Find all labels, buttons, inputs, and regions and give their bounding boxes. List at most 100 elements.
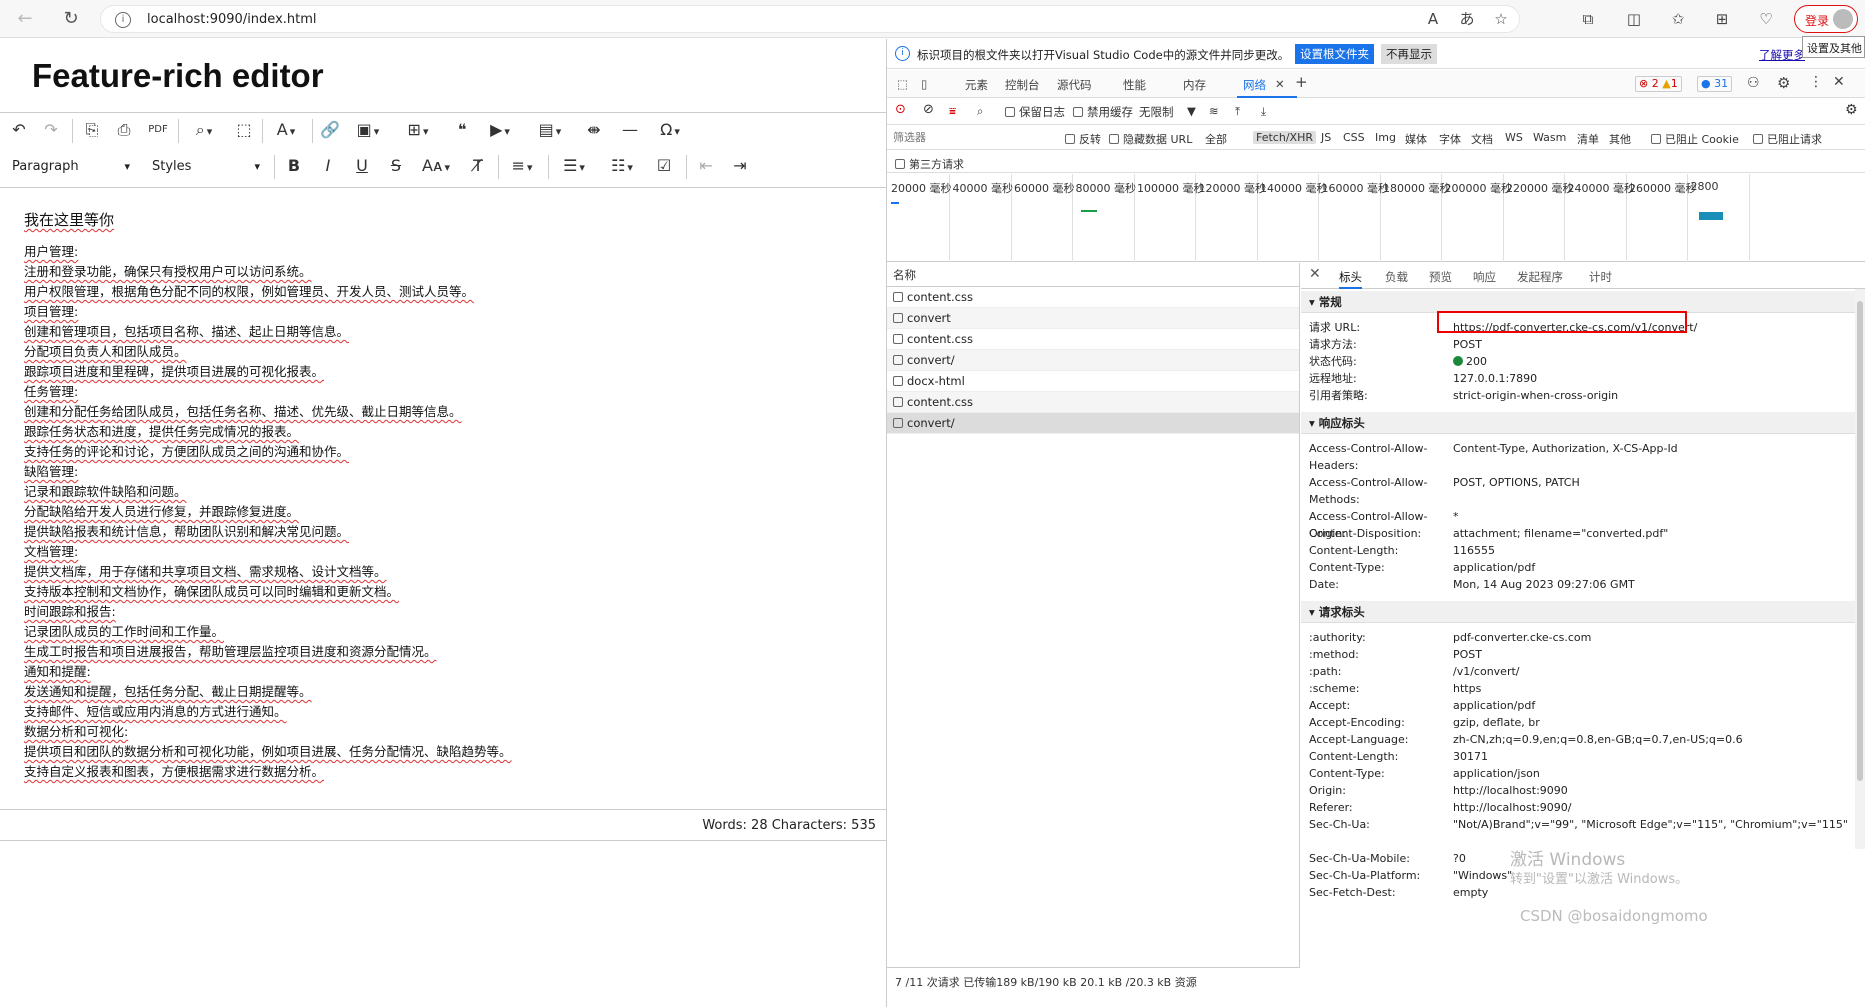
quote-icon[interactable]: ❝ [450,117,474,143]
font-size-icon[interactable]: Aᴀ [416,153,456,179]
filter-doc[interactable]: 文档 [1471,131,1493,147]
disable-cache-checkbox[interactable]: 禁用缓存 [1073,104,1133,120]
header-value[interactable]: strict-origin-when-cross-origin [1453,387,1853,404]
collections-icon[interactable]: ⊞ [1712,9,1732,29]
header-value[interactable]: https [1453,680,1853,697]
header-value[interactable]: 127.0.0.1:7890 [1453,370,1853,387]
special-chars-icon[interactable]: Ω [652,117,688,143]
close-devtools-icon[interactable]: ✕ [1833,74,1845,90]
more-options-icon[interactable]: ⋮ [1809,74,1823,90]
select-all-icon[interactable]: ⬚ [232,117,256,143]
underline-icon[interactable]: U [350,153,374,179]
header-value[interactable]: /v1/convert/ [1453,663,1853,680]
align-icon[interactable]: ≡ [504,153,540,179]
header-value[interactable]: pdf-converter.cke-cs.com [1453,629,1853,646]
name-column-header[interactable]: 名称 [887,263,1299,287]
spellcheck-icon[interactable]: A [268,117,304,143]
tab-timing[interactable]: 计时 [1589,269,1612,285]
header-value[interactable]: POST, OPTIONS, PATCH [1453,474,1853,491]
read-aloud-icon[interactable]: A [1423,9,1443,29]
bold-icon[interactable]: B [282,153,306,179]
favorite-star-icon[interactable]: ☆ [1491,9,1511,29]
preserve-log-checkbox[interactable]: 保留日志 [1005,104,1065,120]
tab-preview[interactable]: 预览 [1429,269,1452,285]
response-headers-section-header[interactable]: ▾ 响应标头 [1301,412,1865,434]
image-icon[interactable]: ▣ [350,117,386,143]
invert-checkbox[interactable]: 反转 [1065,131,1101,147]
set-root-folder-button[interactable]: 设置根文件夹 [1295,44,1374,64]
template-icon[interactable]: ▤ [532,117,568,143]
tab-performance[interactable]: 性能 [1123,77,1146,93]
network-conditions-icon[interactable]: ≋ [1209,104,1219,118]
header-value[interactable]: POST [1453,646,1853,663]
filter-fetch-xhr[interactable]: Fetch/XHR [1253,131,1316,144]
address-bar[interactable]: i localhost:9090/index.html A あ ☆ [100,5,1520,33]
login-button[interactable]: 登录 [1794,5,1858,33]
tab-initiator[interactable]: 发起程序 [1517,269,1563,285]
horizontal-line-icon[interactable]: — [618,117,642,143]
back-icon[interactable]: ← [14,8,36,30]
general-section-header[interactable]: ▾ 常规 [1301,291,1865,313]
performance-icon[interactable]: ♡ [1756,9,1776,29]
dont-show-again-button[interactable]: 不再显示 [1381,44,1437,64]
request-row[interactable]: convert/ [887,413,1299,434]
indent-icon[interactable]: ⇥ [728,153,752,179]
feedback-icon[interactable]: ⚇ [1747,75,1760,91]
find-replace-icon[interactable]: ⌕ [186,117,222,143]
filter-wasm[interactable]: Wasm [1533,131,1566,144]
header-value[interactable]: http://localhost:9090/ [1453,799,1853,816]
request-row[interactable]: convert/ [887,350,1299,371]
media-icon[interactable]: ▶ [482,117,518,143]
filter-all[interactable]: 全部 [1205,131,1227,147]
settings-gear-icon[interactable]: ⚙ [1777,74,1790,92]
tab-headers[interactable]: 标头 [1339,269,1362,289]
extensions-icon[interactable]: ⧉ [1578,9,1598,29]
clear-format-icon[interactable]: T̸ [466,153,490,179]
third-party-checkbox[interactable]: 第三方请求 [895,156,964,172]
undo-icon[interactable]: ↶ [8,117,30,143]
info-badge[interactable]: ● 31 [1697,76,1733,92]
header-value[interactable]: http://localhost:9090 [1453,782,1853,799]
import-word-icon[interactable]: ⎘ [80,117,104,143]
favorites-icon[interactable]: ✩ [1668,9,1688,29]
error-badge[interactable]: ⊗ 2 ▲1 [1635,76,1682,92]
todo-list-icon[interactable]: ☑ [652,153,676,179]
info-icon[interactable]: i [115,12,131,28]
link-icon[interactable]: 🔗 [318,117,342,143]
header-value[interactable]: 116555 [1453,542,1853,559]
network-timeline[interactable]: 20000 毫秒 40000 毫秒 60000 毫秒 80000 毫秒 100000 毫… [887,174,1865,262]
filter-css[interactable]: CSS [1343,131,1365,144]
tab-console[interactable]: 控制台 [1005,77,1040,93]
bulleted-list-icon[interactable]: ☰ [554,153,594,179]
header-value[interactable]: Content-Type, Authorization, X-CS-App-Id [1453,440,1853,457]
filter-js[interactable]: JS [1321,131,1331,144]
header-value[interactable]: POST [1453,336,1853,353]
translate-icon[interactable]: あ [1457,9,1477,29]
request-row[interactable]: content.css [887,287,1299,308]
filter-ws[interactable]: WS [1505,131,1523,144]
blocked-cookies-checkbox[interactable]: 已阻止 Cookie [1651,131,1739,147]
network-settings-icon[interactable]: ⚙ [1845,102,1858,118]
filter-media[interactable]: 媒体 [1405,131,1427,147]
split-screen-icon[interactable]: ◫ [1624,9,1644,29]
header-value[interactable]: 200 [1453,353,1853,370]
hide-data-url-checkbox[interactable]: 隐藏数据 URL [1109,131,1192,147]
tab-memory[interactable]: 内存 [1183,77,1206,93]
close-detail-icon[interactable]: ✕ [1309,266,1321,282]
header-value[interactable]: gzip, deflate, br [1453,714,1853,731]
header-value[interactable]: application/json [1453,765,1853,782]
export-pdf-icon[interactable]: PDF [146,117,170,143]
blocked-requests-checkbox[interactable]: 已阻止请求 [1753,131,1822,147]
filter-manifest[interactable]: 清单 [1577,131,1599,147]
reload-icon[interactable]: ↻ [60,8,82,30]
tab-payload[interactable]: 负载 [1385,269,1408,285]
outdent-icon[interactable]: ⇤ [694,153,718,179]
close-tab-icon[interactable]: ✕ [1275,77,1285,91]
tab-elements[interactable]: 元素 [965,77,988,93]
header-value[interactable]: 30171 [1453,748,1853,765]
table-icon[interactable]: ⊞ [400,117,436,143]
throttle-select[interactable]: 无限制 [1139,104,1174,120]
export-har-icon[interactable]: ⤓ [1261,104,1266,119]
italic-icon[interactable]: I [316,153,340,179]
page-break-icon[interactable]: ⇼ [582,117,606,143]
